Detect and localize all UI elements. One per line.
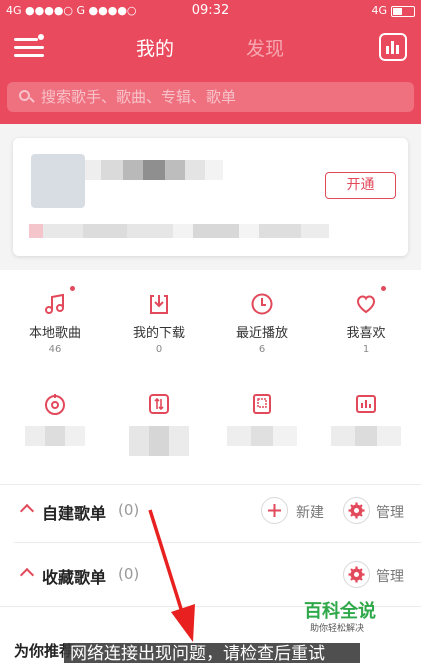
network-error-toast: 网络连接出现问题，请检查后重试: [64, 643, 360, 663]
clock-icon: [250, 292, 274, 316]
equalizer-icon: [354, 392, 378, 416]
manage-created-label[interactable]: 管理: [376, 502, 404, 522]
profile-card[interactable]: 开通: [13, 138, 408, 256]
grid-label: 我的下载: [132, 326, 185, 341]
watermark-tagline: 助你轻松解决: [310, 624, 365, 634]
status-time: 09:32: [191, 3, 230, 18]
app-header: 4G ●●●●○ G ●●●●○ 09:32 4G 我的 发现: [0, 0, 421, 124]
created-playlists-row[interactable]: 自建歌单 (0) 新建 管理: [0, 486, 421, 536]
notification-dot: [38, 34, 44, 40]
avatar-body: [31, 154, 85, 208]
download-icon: [147, 292, 171, 316]
search-bar[interactable]: [7, 82, 414, 112]
transfer-icon: [147, 392, 171, 416]
new-dot: [381, 286, 386, 291]
collected-playlists-row[interactable]: 收藏歌单 (0) 管理: [0, 550, 421, 600]
music-note-icon: [43, 292, 67, 316]
open-vip-button[interactable]: 开通: [325, 172, 396, 199]
blurred-user-info: [29, 224, 329, 238]
grid-label: 最近播放: [235, 326, 288, 341]
menu-button[interactable]: [14, 34, 48, 62]
grid-count: 6: [258, 344, 266, 355]
grid-my-favorites[interactable]: 我喜欢 1: [321, 286, 411, 355]
new-playlist-label[interactable]: 新建: [296, 502, 324, 522]
manage-collected-label[interactable]: 管理: [376, 566, 404, 586]
watermark-logo: 百科全说: [304, 601, 376, 622]
radio-icon: [43, 392, 67, 416]
chevron-up-icon: [19, 503, 35, 519]
blurred-label: [129, 426, 189, 456]
grid-local-songs[interactable]: 本地歌曲 46: [10, 286, 100, 355]
chevron-up-icon: [19, 567, 35, 583]
blurred-label: [25, 426, 85, 446]
add-playlist-button[interactable]: [261, 497, 288, 524]
network-indicator: 4G: [371, 4, 387, 17]
divider: [0, 484, 421, 485]
blurred-label: [227, 426, 297, 446]
heart-icon: [354, 292, 378, 316]
collected-playlists-title: 收藏歌单: [42, 568, 107, 587]
new-dot: [70, 286, 75, 291]
tab-discover[interactable]: 发现: [246, 34, 284, 61]
search-icon: [19, 90, 30, 101]
grid-recent-plays[interactable]: 最近播放 6: [217, 292, 307, 355]
device-icon: [250, 392, 274, 416]
battery-icon: [391, 6, 415, 17]
grid-my-downloads[interactable]: 我的下载 0: [114, 292, 204, 355]
grid-label: 本地歌曲: [28, 326, 81, 341]
grid-count: 1: [362, 344, 370, 355]
grid-item-radio[interactable]: [10, 392, 100, 446]
grid-count: 0: [155, 344, 163, 355]
divider: [14, 542, 421, 543]
status-bar: 4G ●●●●○ G ●●●●○ 09:32 4G: [0, 0, 421, 22]
grid-item-transfer[interactable]: [114, 392, 204, 456]
manage-created-button[interactable]: [343, 497, 370, 524]
equalizer-chart-button[interactable]: [379, 33, 407, 61]
blurred-username: [81, 160, 241, 180]
search-input[interactable]: [41, 87, 401, 107]
grid-item-device[interactable]: [217, 392, 307, 446]
manage-collected-button[interactable]: [343, 561, 370, 588]
collected-playlists-count: (0): [118, 565, 140, 583]
grid-item-equalizer[interactable]: [321, 392, 411, 446]
grid-count: 46: [48, 344, 62, 355]
grid-label: 我喜欢: [346, 326, 386, 341]
blurred-label: [331, 426, 401, 446]
created-playlists-count: (0): [118, 501, 140, 519]
tab-mine[interactable]: 我的: [136, 34, 174, 61]
created-playlists-title: 自建歌单: [42, 504, 107, 523]
